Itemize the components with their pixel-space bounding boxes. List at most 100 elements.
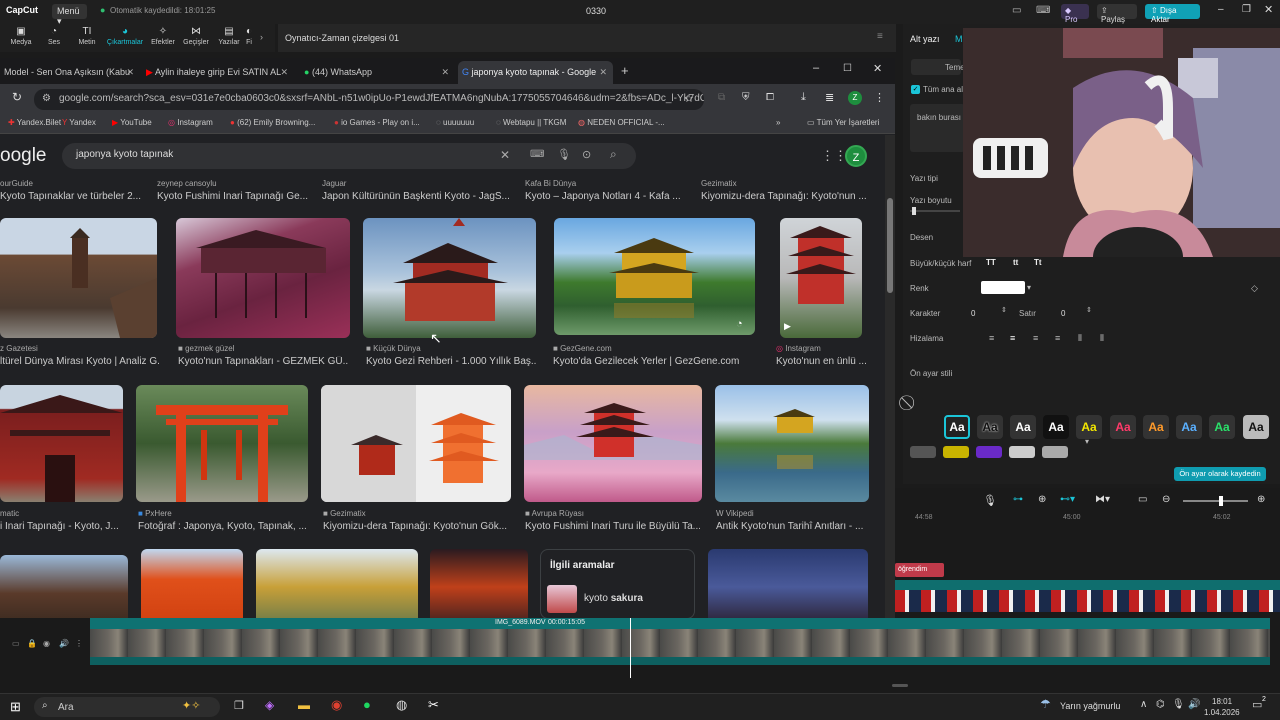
new-tab-icon[interactable]: + [621,63,629,78]
video-clip-header[interactable]: IMG_6089.MOV 00:00:15:05 [90,618,1270,629]
result-title[interactable]: Fotoğraf : Japonya, Kyoto, Tapınak, ... [138,521,308,532]
result-image[interactable] [0,218,157,338]
tab-theme[interactable]: Teme [911,59,965,75]
result-source[interactable]: Jaguar [322,179,502,188]
keyboard-icon[interactable]: ⌨ [530,149,544,160]
shortcuts-icon[interactable]: ⌨ [1036,5,1050,16]
preset-style[interactable]: Aa [977,415,1003,439]
track-cover-icon[interactable]: ▭ [12,639,20,648]
tool-text[interactable]: TI Metin [71,26,103,46]
result-image[interactable] [321,385,511,502]
keyframe-icon[interactable]: ◇ [1251,283,1258,294]
bookmark-item[interactable]: ◍ NEDEN OFFICIAL -... [578,118,665,127]
result-image[interactable]: ◔ [554,218,755,335]
bookmark-item[interactable]: Y Yandex [62,118,96,127]
result-source[interactable]: Kafa Bi Dünya [525,179,705,188]
bookmark-item[interactable]: ● io Games - Play on i... [334,118,420,127]
case-title-button[interactable]: Tt [1034,258,1042,267]
volume-icon[interactable]: 🔊 [1188,699,1200,710]
related-thumbnail[interactable] [547,585,577,613]
preset-style[interactable]: Aa [1243,415,1269,439]
result-source[interactable]: ■ gezmek güzel [178,344,348,353]
share-button[interactable]: ⇪ Paylaş [1097,4,1137,24]
result-image[interactable] [430,549,528,618]
audio-mute-icon[interactable]: 🔊 [59,639,69,648]
result-image[interactable] [708,549,868,618]
windows-start-icon[interactable]: ⊞ [10,699,21,715]
copilot-icon[interactable]: ◈ [265,698,274,712]
bookmark-item[interactable]: ◎ Instagram [168,118,213,127]
result-title[interactable]: Kyoto'da Gezilecek Yerler | GezGene.com [553,356,758,367]
more-menu-icon[interactable]: ⋮ [874,91,885,104]
preview-axis-icon[interactable]: ⊕ [1038,494,1046,505]
stepper-icon[interactable]: ⇕ [1001,306,1007,314]
chevron-right-icon[interactable]: › [260,32,263,42]
lock-icon[interactable]: 🔒 [27,639,37,648]
microphone-icon[interactable]: 🎙 [557,148,571,161]
preset-style[interactable]: Aa [1176,415,1202,439]
result-title[interactable]: Antik Kyoto'nun Tarihî Anıtları - ... [716,521,868,532]
network-icon[interactable]: ⌬ [1156,699,1165,710]
vertical-align-bottom-icon[interactable]: ⦀ [1100,333,1104,344]
chrome-icon[interactable]: ◉ [331,697,342,713]
profile-avatar[interactable]: Z [848,91,862,105]
taskbar-search[interactable]: ⌕ Ara ✦✧ [34,697,220,717]
tool-effects[interactable]: ✧ Efektler [147,26,179,46]
maximize-icon[interactable]: ☐ [843,63,852,74]
slider-handle[interactable] [1219,496,1223,506]
search-icon[interactable]: ⌕ [610,147,617,162]
caption-track-icon[interactable]: ▭ [1138,494,1147,505]
split-icon[interactable]: ⧓▾ [1095,494,1110,505]
case-lower-button[interactable]: tt [1013,258,1018,267]
close-tab-icon[interactable]: ✕ [599,67,607,78]
result-title[interactable]: Kyoto Tapınaklar ve türbeler 2... [0,191,150,202]
result-source[interactable]: ■ Avrupa Rüyası [525,509,700,518]
file-explorer-icon[interactable]: ▬ [298,698,310,712]
browser-tab[interactable]: ▶ Aylin ihaleye girip Evi SATIN AL ✕ [142,61,294,84]
tool-audio[interactable]: ◔ Ses [38,26,70,46]
clip-audio-waveform[interactable] [90,657,1270,665]
microphone-icon[interactable]: 🎙 [983,494,997,507]
result-source[interactable]: ■ PxHere [138,509,308,518]
capcut-taskbar-icon[interactable]: ✂ [428,697,439,713]
align-justify-icon[interactable]: ≡ [1055,333,1060,343]
result-title[interactable]: Kyoto Fushimi İnari Tapınağı Ge... [157,191,322,202]
tool-stickers[interactable]: ◕ Çıkartmalar [106,26,144,46]
sticker-track[interactable] [895,590,1280,612]
result-image[interactable] [0,385,123,502]
bookmark-item[interactable]: ◌ uuuuuuu [436,118,474,127]
export-button[interactable]: ⇧ Dışa Aktar [1145,4,1200,24]
media-control-icon[interactable]: ≣ [825,91,834,104]
align-left-icon[interactable]: ≡ [989,333,994,343]
tool-captions[interactable]: ▤ Yazılar [213,26,245,46]
tool-transitions[interactable]: ⋈ Geçişler [180,26,212,46]
result-source[interactable]: Gezimatix [701,179,881,188]
preset-style[interactable]: Aa [944,415,970,439]
close-icon[interactable]: ✕ [873,62,882,75]
result-source[interactable]: ■ GezGene.com [553,344,753,353]
result-image[interactable]: ▶ [780,218,862,338]
browser-tab-active[interactable]: G japonya kyoto tapınak - Google ✕ [458,61,613,84]
result-title[interactable]: Kyoto – Japonya Notları 4 - Kafa ... [525,191,695,202]
bookmark-star-icon[interactable]: ☆ [684,92,694,105]
caption-clip[interactable]: öğrendim [895,563,944,577]
browser-tab[interactable]: Model - Sen Ona Aşıksın (Kabu ✕ [0,61,140,84]
tool-media[interactable]: ▣ Medya [5,26,37,46]
video-clip-thumbnails[interactable] [90,629,1270,657]
preset-style[interactable]: Aa [1043,415,1069,439]
result-image[interactable] [136,385,308,502]
tray-expand-icon[interactable]: ∧ [1140,699,1147,710]
result-source[interactable]: ◎ Instagram [776,344,876,353]
result-image[interactable] [141,549,243,618]
result-image[interactable] [0,555,128,618]
minimize-icon[interactable]: – [813,62,819,74]
font-size-slider[interactable] [910,207,960,215]
result-title[interactable]: Kyoto Gezi Rehberi - 1.000 Yıllık Baş... [366,356,536,367]
result-image[interactable] [176,218,350,338]
char-spacing-input[interactable]: 0 [971,309,975,318]
playhead[interactable] [630,618,631,678]
more-icon[interactable]: ⋮ [75,639,83,648]
clock-time[interactable]: 18:01 [1212,697,1232,706]
slider-handle[interactable] [912,207,916,215]
visibility-icon[interactable]: ◉ [43,639,50,648]
